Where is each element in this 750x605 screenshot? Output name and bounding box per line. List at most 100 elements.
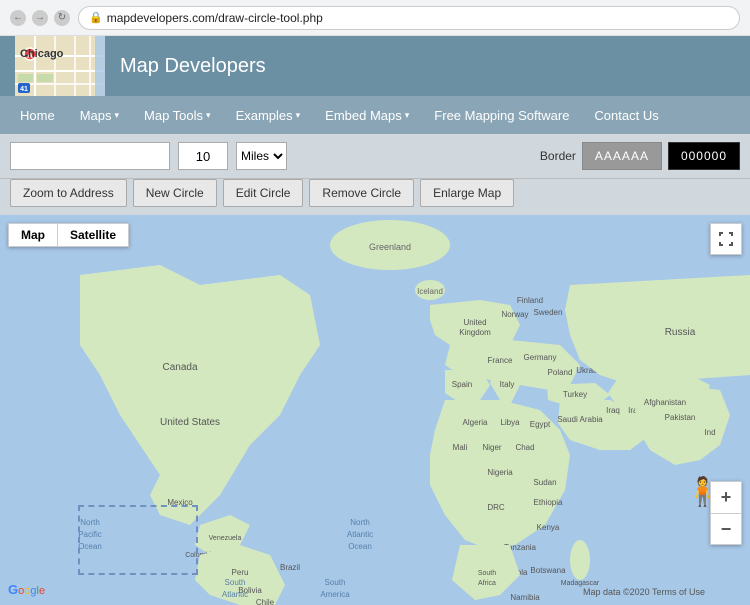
- chicago-map-thumbnail: A 41 Chicago: [15, 36, 105, 96]
- nav-free-mapping[interactable]: Free Mapping Software: [424, 103, 579, 128]
- color-controls: Border AAAAAA 000000: [540, 142, 740, 170]
- nav-map-tools[interactable]: Map Tools ▾: [134, 103, 221, 128]
- secure-icon: 🔒: [89, 11, 103, 24]
- nav-maps[interactable]: Maps ▾: [70, 103, 129, 128]
- url-bar[interactable]: 🔒 mapdevelopers.com/draw-circle-tool.php: [78, 6, 740, 30]
- unit-select[interactable]: Miles Km: [236, 142, 287, 170]
- svg-text:Kingdom: Kingdom: [459, 328, 491, 337]
- zoom-to-address-button[interactable]: Zoom to Address: [10, 179, 127, 207]
- svg-text:France: France: [488, 356, 513, 365]
- svg-text:Chad: Chad: [515, 443, 534, 452]
- radius-input[interactable]: 10: [178, 142, 228, 170]
- satellite-view-button[interactable]: Satellite: [57, 223, 129, 247]
- svg-text:Atlantic: Atlantic: [347, 530, 373, 539]
- svg-text:Sweden: Sweden: [534, 308, 563, 317]
- url-text: mapdevelopers.com/draw-circle-tool.php: [107, 11, 323, 25]
- svg-text:Ocean: Ocean: [348, 542, 372, 551]
- address-input[interactable]: [10, 142, 170, 170]
- svg-text:Greenland: Greenland: [369, 242, 411, 252]
- enlarge-map-button[interactable]: Enlarge Map: [420, 179, 514, 207]
- svg-text:United States: United States: [160, 417, 220, 428]
- nav-home[interactable]: Home: [10, 103, 65, 128]
- svg-text:Afghanistan: Afghanistan: [644, 398, 686, 407]
- nav-contact-us[interactable]: Contact Us: [584, 103, 668, 128]
- map-toggle: Map Satellite: [8, 223, 129, 247]
- svg-text:United: United: [463, 318, 486, 327]
- svg-text:Mali: Mali: [453, 443, 468, 452]
- toolbar: 10 Miles Km Border AAAAAA 000000: [0, 134, 750, 179]
- svg-text:Italy: Italy: [500, 380, 515, 389]
- svg-text:Venezuela: Venezuela: [209, 535, 242, 542]
- action-bar: Zoom to Address New Circle Edit Circle R…: [0, 179, 750, 215]
- svg-text:Libya: Libya: [500, 418, 520, 427]
- svg-text:Pakistan: Pakistan: [665, 413, 696, 422]
- site-header: A 41 Chicago Map Developers: [0, 36, 750, 96]
- svg-text:Peru: Peru: [232, 568, 249, 577]
- svg-text:Iceland: Iceland: [417, 287, 443, 296]
- svg-text:Chile: Chile: [256, 598, 275, 605]
- svg-text:Saudi Arabia: Saudi Arabia: [557, 415, 603, 424]
- nav-examples[interactable]: Examples ▾: [226, 103, 311, 128]
- svg-text:Egypt: Egypt: [530, 420, 551, 429]
- svg-text:America: America: [320, 590, 350, 599]
- google-e: e: [39, 585, 45, 597]
- svg-text:Botswana: Botswana: [530, 566, 566, 575]
- browser-controls: ← → ↻: [10, 10, 70, 26]
- svg-text:Spain: Spain: [452, 380, 472, 389]
- zoom-controls: + −: [710, 481, 742, 545]
- google-branding: Google: [8, 582, 45, 597]
- svg-text:Mexico: Mexico: [167, 498, 193, 507]
- svg-text:Ocean: Ocean: [78, 542, 102, 551]
- maps-arrow-icon: ▾: [114, 110, 119, 121]
- svg-text:Madagascar: Madagascar: [561, 580, 600, 587]
- svg-text:Nigeria: Nigeria: [487, 468, 513, 477]
- svg-text:Niger: Niger: [482, 443, 501, 452]
- examples-arrow-icon: ▾: [296, 110, 301, 121]
- svg-text:Ind: Ind: [704, 428, 715, 437]
- svg-text:North: North: [80, 518, 100, 527]
- edit-circle-button[interactable]: Edit Circle: [223, 179, 304, 207]
- svg-text:Africa: Africa: [478, 580, 496, 587]
- svg-text:South: South: [478, 570, 496, 577]
- svg-text:Kenya: Kenya: [537, 523, 560, 532]
- svg-text:Turkey: Turkey: [563, 390, 587, 399]
- svg-text:Finland: Finland: [517, 296, 543, 305]
- svg-text:Poland: Poland: [548, 368, 573, 377]
- svg-text:Canada: Canada: [162, 362, 197, 373]
- svg-text:Algeria: Algeria: [463, 418, 488, 427]
- svg-text:Iraq: Iraq: [606, 406, 620, 415]
- map-tools-arrow-icon: ▾: [206, 110, 211, 121]
- site-title: Map Developers: [120, 55, 266, 78]
- browser-bar: ← → ↻ 🔒 mapdevelopers.com/draw-circle-to…: [0, 0, 750, 36]
- pegman-icon[interactable]: 🧍: [685, 475, 705, 515]
- forward-button[interactable]: →: [32, 10, 48, 26]
- svg-text:Russia: Russia: [665, 327, 696, 338]
- svg-text:Namibia: Namibia: [510, 593, 540, 602]
- refresh-button[interactable]: ↻: [54, 10, 70, 26]
- embed-maps-arrow-icon: ▾: [405, 110, 410, 121]
- map-view-button[interactable]: Map: [8, 223, 57, 247]
- map-area[interactable]: Greenland Iceland Canada United States M…: [0, 215, 750, 605]
- zoom-out-button[interactable]: −: [710, 513, 742, 545]
- fill-color-button[interactable]: AAAAAA: [582, 142, 662, 170]
- nav-bar: Home Maps ▾ Map Tools ▾ Examples ▾ Embed…: [0, 96, 750, 134]
- map-attribution: Map data ©2020 Terms of Use: [583, 587, 705, 597]
- svg-text:Norway: Norway: [501, 310, 528, 319]
- border-color-button[interactable]: 000000: [668, 142, 740, 170]
- svg-text:Atlantic: Atlantic: [222, 590, 248, 599]
- svg-text:South: South: [325, 578, 346, 587]
- zoom-in-button[interactable]: +: [710, 481, 742, 513]
- google-g: G: [8, 582, 18, 597]
- svg-text:Ethiopia: Ethiopia: [534, 498, 563, 507]
- svg-text:South: South: [225, 578, 246, 587]
- fullscreen-button[interactable]: [710, 223, 742, 255]
- svg-text:41: 41: [20, 86, 28, 93]
- nav-embed-maps[interactable]: Embed Maps ▾: [315, 103, 419, 128]
- svg-text:Brazil: Brazil: [280, 563, 300, 572]
- svg-text:North: North: [350, 518, 370, 527]
- new-circle-button[interactable]: New Circle: [133, 179, 217, 207]
- svg-text:Pacific: Pacific: [78, 530, 102, 539]
- back-button[interactable]: ←: [10, 10, 26, 26]
- remove-circle-button[interactable]: Remove Circle: [309, 179, 414, 207]
- svg-text:Sudan: Sudan: [533, 478, 556, 487]
